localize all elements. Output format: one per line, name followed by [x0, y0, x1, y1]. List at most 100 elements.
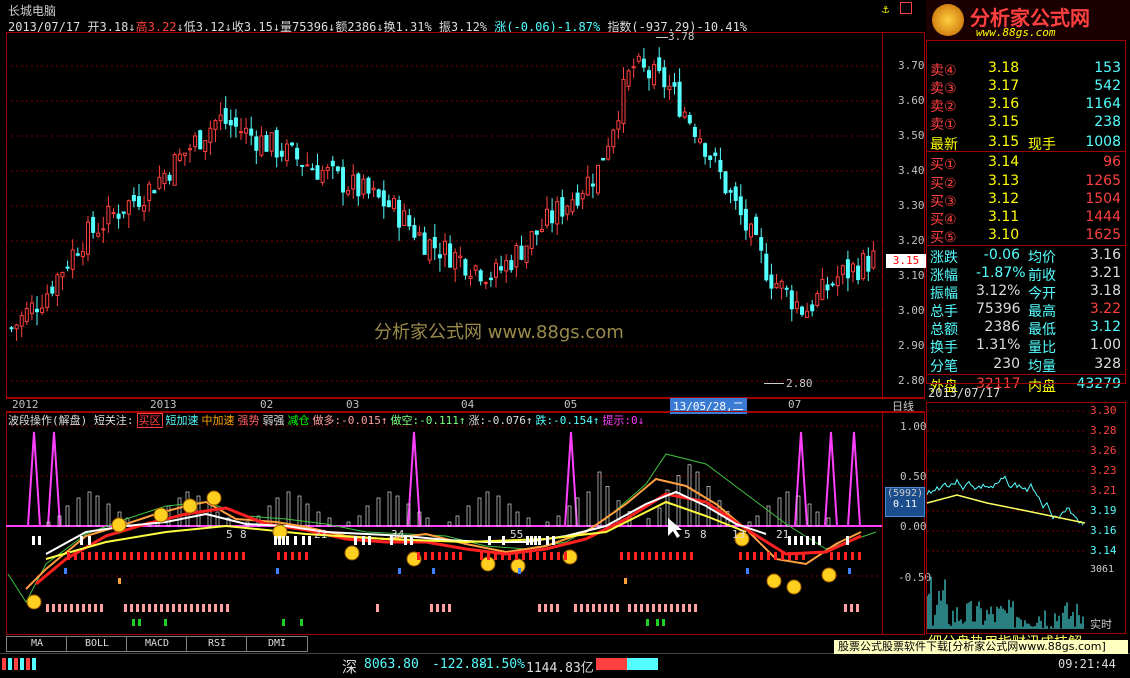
candle-body	[427, 239, 432, 261]
candle-body	[259, 135, 264, 156]
signal-marker	[196, 604, 199, 612]
smiley-icon	[206, 490, 222, 506]
candle-body	[713, 152, 718, 156]
price-tick: 3.00	[898, 304, 925, 317]
quote-panel-frame	[926, 40, 1126, 384]
signal-marker	[417, 552, 420, 560]
volume-bar	[496, 495, 501, 527]
signal-marker	[837, 552, 840, 560]
signal-marker	[522, 552, 525, 560]
market-label[interactable]: 深	[342, 656, 357, 677]
signal-marker	[508, 552, 511, 560]
candle-body	[305, 164, 310, 167]
logo-icon	[932, 4, 964, 36]
signal-marker	[850, 604, 853, 612]
volume-bar	[95, 495, 100, 527]
candle-body	[458, 255, 463, 259]
tab-dmi[interactable]: DMI	[246, 636, 308, 652]
candle-body	[560, 197, 565, 217]
signal-marker	[58, 604, 61, 612]
signal-marker	[480, 552, 483, 560]
tab-rsi[interactable]: RSI	[186, 636, 248, 652]
signal-marker	[142, 604, 145, 612]
ind-tick-1: 1.00	[900, 420, 927, 433]
candle-body	[402, 210, 407, 226]
signal-spike	[824, 431, 838, 527]
signal-marker	[228, 552, 231, 560]
candle-body	[35, 308, 39, 313]
signal-marker	[550, 552, 553, 560]
candle-body	[580, 192, 585, 200]
signal-marker	[598, 604, 601, 612]
signal-marker	[124, 604, 127, 612]
signal-marker	[302, 536, 305, 545]
candle-body	[397, 200, 402, 228]
signal-marker	[445, 552, 448, 560]
tab-boll[interactable]: BOLL	[66, 636, 128, 652]
candle-body	[432, 237, 437, 249]
candle-body	[86, 221, 90, 255]
signal-marker	[739, 552, 742, 560]
candle-body	[504, 260, 509, 272]
signal-marker	[424, 552, 427, 560]
price-tick: 3.50	[898, 129, 925, 142]
volume-bar	[597, 471, 602, 527]
signal-marker	[137, 552, 140, 560]
signal-marker	[794, 536, 797, 545]
candle-body	[805, 310, 810, 319]
tab-ma[interactable]: MA	[6, 636, 68, 652]
signal-marker	[658, 604, 661, 612]
candle-body	[448, 243, 453, 268]
candle-body	[866, 255, 871, 272]
volume-bar	[305, 503, 310, 527]
candle-body	[759, 237, 764, 251]
signal-marker	[529, 552, 532, 560]
signal-marker	[130, 552, 133, 560]
signal-marker	[278, 536, 281, 545]
signal-marker	[624, 578, 627, 584]
candle-body	[616, 120, 621, 130]
x-label-2012: 2012	[12, 398, 39, 411]
fib-number: 5	[226, 528, 233, 541]
signal-spike	[847, 431, 861, 527]
candle-body	[437, 254, 442, 259]
index-value: 8063.80	[364, 657, 419, 672]
candle-body	[596, 164, 600, 194]
volume-bar	[286, 491, 291, 527]
anchor-icon[interactable]: ⚓	[882, 2, 889, 16]
signal-marker	[574, 604, 577, 612]
volume-bar	[87, 491, 92, 527]
signal-marker	[294, 536, 297, 545]
x-label-02: 02	[260, 398, 274, 411]
signal-marker	[544, 604, 547, 612]
realtime-label[interactable]: 实时	[1090, 616, 1112, 632]
signal-marker	[109, 552, 112, 560]
volume-bar	[657, 507, 662, 527]
candle-body	[728, 190, 733, 193]
candle-body	[774, 282, 779, 289]
signal-marker	[214, 604, 217, 612]
candle-body	[545, 208, 549, 226]
intraday-tick: 3.16	[1090, 524, 1117, 537]
volume-bar	[755, 515, 760, 527]
indicator-chart[interactable]	[6, 424, 882, 634]
advance-decline-bar	[596, 658, 658, 670]
smiley-icon	[26, 594, 42, 610]
signal-marker	[64, 604, 67, 612]
signal-marker	[746, 552, 749, 560]
candle-body	[534, 230, 539, 235]
signal-marker	[538, 604, 541, 612]
candle-body	[550, 210, 555, 224]
signal-marker	[70, 604, 73, 612]
candle-body	[687, 115, 692, 124]
volume-bar	[507, 503, 512, 527]
tab-macd[interactable]: MACD	[126, 636, 188, 652]
candle-body	[50, 286, 55, 294]
candle-body	[208, 127, 213, 143]
candle-body	[524, 245, 529, 263]
intraday-chart[interactable]	[927, 403, 1085, 631]
restore-icon[interactable]	[900, 2, 912, 14]
ad-banner[interactable]: 股票公式股票软件下载[分析家公式网www.88gs.com]	[834, 640, 1128, 654]
candle-body	[320, 169, 325, 183]
volume-bar	[297, 495, 302, 527]
